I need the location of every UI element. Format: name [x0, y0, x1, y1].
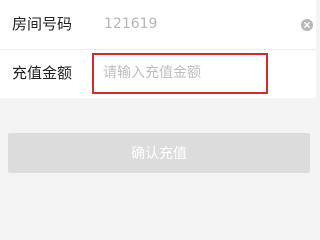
room-number-row: 房间号码 121619	[0, 0, 316, 49]
room-number-label: 房间号码	[12, 15, 73, 33]
recharge-amount-row: 充值金额	[0, 49, 316, 98]
recharge-amount-label: 充值金额	[12, 64, 73, 82]
clear-circle-icon[interactable]	[301, 19, 313, 31]
recharge-form: 房间号码 121619 充值金额	[0, 0, 316, 98]
confirm-recharge-button[interactable]: 确认充值	[8, 133, 310, 173]
recharge-amount-input[interactable]	[103, 63, 263, 83]
room-number-value[interactable]: 121619	[104, 15, 157, 33]
